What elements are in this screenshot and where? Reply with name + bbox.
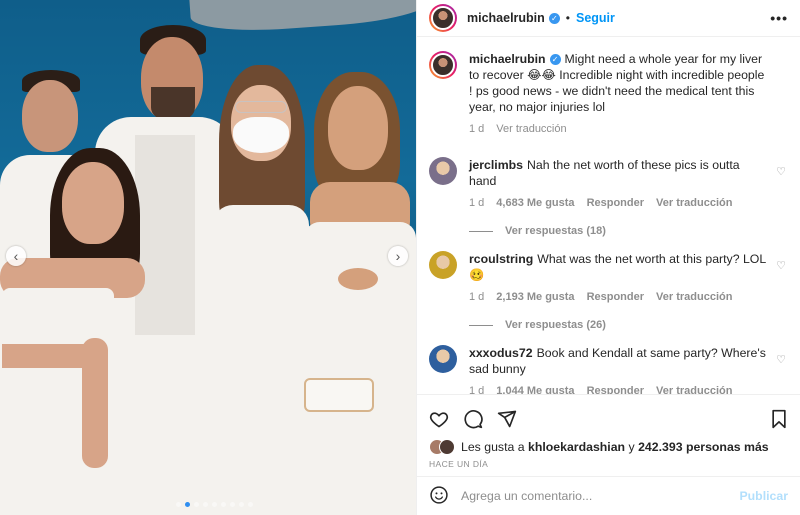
comment-time[interactable]: 1 d: [469, 289, 484, 305]
header-separator: •: [565, 11, 570, 25]
replies-divider: [469, 324, 493, 326]
likes-summary: Les gusta a khloekardashian y 242.393 pe…: [429, 439, 788, 455]
caption-avatar[interactable]: [429, 51, 457, 79]
carousel-indicator: [176, 502, 253, 507]
comment-like-icon[interactable]: ♡: [776, 165, 786, 178]
verified-icon: ✓: [548, 12, 560, 24]
comment: xxxodus72 Book and Kendall at same party?…: [429, 345, 788, 394]
commenter-avatar[interactable]: [429, 251, 457, 279]
prev-photo-button[interactable]: ‹: [6, 246, 26, 266]
view-replies-button[interactable]: Ver respuestas (18): [469, 225, 788, 237]
commenter-username[interactable]: jerclimbs: [469, 158, 523, 172]
post-side-panel: michaelrubin ✓ • Seguir ••• michaelrubin…: [416, 0, 800, 515]
comment-time[interactable]: 1 d: [469, 195, 484, 211]
comment-likes[interactable]: 4,683 Me gusta: [496, 195, 574, 211]
liker-avatar[interactable]: [439, 439, 455, 455]
likes-prefix: Les gusta a: [461, 440, 525, 454]
replies-divider: [469, 230, 493, 232]
comment-composer: Publicar: [417, 476, 800, 515]
carousel-dot: [239, 502, 244, 507]
commenter-username[interactable]: rcoulstring: [469, 252, 533, 266]
speech-bubble-icon[interactable]: [463, 409, 483, 429]
author-username[interactable]: michaelrubin: [467, 11, 545, 25]
carousel-dot: [212, 502, 217, 507]
likes-middle: y: [628, 440, 635, 454]
carousel-dot: [194, 502, 199, 507]
caption-translate-link[interactable]: Ver traducción: [496, 121, 566, 137]
comment-translate-link[interactable]: Ver traducción: [656, 195, 732, 211]
comment-translate-link[interactable]: Ver traducción: [656, 383, 732, 394]
publish-button[interactable]: Publicar: [739, 489, 788, 503]
bookmark-icon[interactable]: [770, 409, 788, 429]
action-bar: Les gusta a khloekardashian y 242.393 pe…: [417, 394, 800, 476]
comment-likes[interactable]: 1,044 Me gusta: [496, 383, 574, 394]
view-replies-label[interactable]: Ver respuestas (26): [505, 319, 606, 331]
comment: jerclimbs Nah the net worth of these pics…: [429, 157, 788, 211]
caption: michaelrubin ✓ Might need a whole year for…: [429, 51, 788, 137]
view-replies-button[interactable]: Ver respuestas (26): [469, 319, 788, 331]
comment-like-icon[interactable]: ♡: [776, 353, 786, 366]
reply-button[interactable]: Responder: [587, 383, 644, 394]
comment-likes[interactable]: 2,193 Me gusta: [496, 289, 574, 305]
commenter-username[interactable]: xxxodus72: [469, 346, 533, 360]
comment-like-icon[interactable]: ♡: [776, 259, 786, 272]
liker-username[interactable]: khloekardashian: [528, 440, 625, 454]
carousel-dot: [185, 502, 190, 507]
comment-time[interactable]: 1 d: [469, 383, 484, 394]
caption-username[interactable]: michaelrubin: [469, 52, 546, 66]
view-replies-label[interactable]: Ver respuestas (18): [505, 225, 606, 237]
post-header: michaelrubin ✓ • Seguir •••: [417, 0, 800, 37]
commenter-avatar[interactable]: [429, 345, 457, 373]
comment-input[interactable]: [461, 489, 740, 503]
caption-time[interactable]: 1 d: [469, 121, 484, 137]
paper-plane-icon[interactable]: [497, 409, 517, 429]
commenter-avatar[interactable]: [429, 157, 457, 185]
follow-button[interactable]: Seguir: [576, 11, 615, 25]
carousel-dot: [230, 502, 235, 507]
post-time-ago[interactable]: HACE UN DÍA: [429, 459, 788, 469]
photo-person-right: [280, 72, 416, 515]
comments-list[interactable]: michaelrubin ✓ Might need a whole year for…: [417, 37, 800, 394]
more-options-icon[interactable]: •••: [770, 10, 788, 26]
carousel-dot: [176, 502, 181, 507]
comment: rcoulstring What was the net worth at thi…: [429, 251, 788, 305]
comment-translate-link[interactable]: Ver traducción: [656, 289, 732, 305]
author-avatar[interactable]: [429, 4, 457, 32]
next-photo-button[interactable]: ›: [388, 246, 408, 266]
reply-button[interactable]: Responder: [587, 195, 644, 211]
likes-count-link[interactable]: 242.393 personas más: [638, 440, 769, 454]
post-photo[interactable]: ‹ ›: [0, 0, 416, 515]
carousel-dot: [203, 502, 208, 507]
carousel-dot: [248, 502, 253, 507]
carousel-dot: [221, 502, 226, 507]
heart-icon[interactable]: [429, 409, 449, 429]
verified-icon: ✓: [549, 54, 561, 66]
photo-person-front: [0, 148, 160, 515]
smiley-icon[interactable]: [429, 485, 449, 508]
reply-button[interactable]: Responder: [587, 289, 644, 305]
